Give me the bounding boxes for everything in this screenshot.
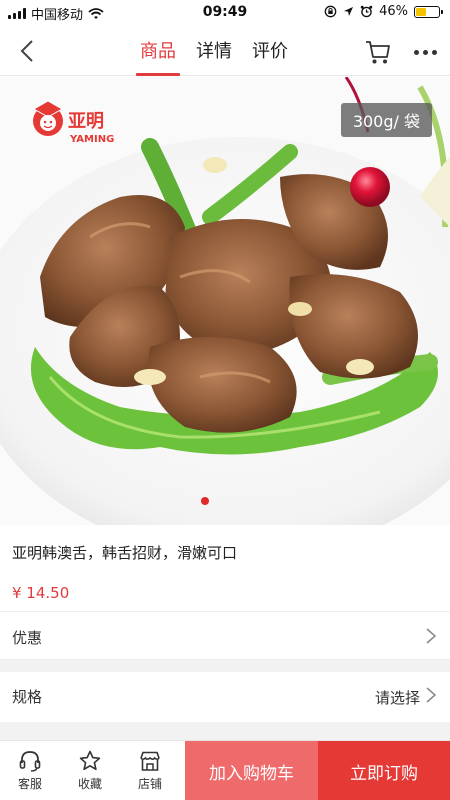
location-icon bbox=[344, 7, 354, 16]
favorite-label: 收藏 bbox=[77, 777, 102, 791]
alarm-icon bbox=[360, 5, 373, 18]
battery-fill bbox=[416, 7, 427, 16]
product-info: 亚明韩澳舌，韩舌招财，滑嫩可口 ¥ 14.50 bbox=[0, 525, 450, 612]
back-button[interactable] bbox=[12, 36, 42, 66]
product-price: ¥ 14.50 bbox=[12, 584, 70, 602]
orientation-lock-icon bbox=[324, 5, 337, 18]
status-bar: 中国移动 09:49 46% bbox=[0, 0, 450, 26]
tab-reviews[interactable]: 评价 bbox=[252, 26, 288, 76]
battery-icon bbox=[414, 5, 443, 18]
brand-name-en: YAMING bbox=[69, 134, 114, 145]
tab-product[interactable]: 商品 bbox=[136, 26, 180, 76]
promotion-row[interactable]: 优惠 bbox=[0, 613, 450, 660]
product-detail-screen: 中国移动 09:49 46% 商品 详情 评价 亚明 YAMING 300g/ … bbox=[0, 0, 450, 800]
product-image-carousel[interactable]: 亚明 YAMING 300g/ 袋 bbox=[0, 77, 450, 525]
battery-percent: 46% bbox=[379, 4, 408, 19]
section-divider bbox=[0, 722, 450, 740]
service-label: 客服 bbox=[17, 777, 42, 791]
headset-icon bbox=[19, 751, 41, 772]
status-right: 46% bbox=[324, 4, 443, 19]
buy-now-button[interactable]: 立即订购 bbox=[318, 741, 450, 800]
chevron-right-icon bbox=[426, 628, 437, 644]
promotion-label: 优惠 bbox=[12, 629, 43, 647]
store-icon bbox=[140, 751, 160, 771]
cart-button[interactable] bbox=[364, 38, 392, 66]
chevron-right-icon bbox=[426, 687, 437, 703]
bottom-action-bar: 客服 收藏 店铺 加入购物车 立即订购 bbox=[0, 740, 450, 800]
more-button[interactable] bbox=[410, 38, 440, 66]
brand-name-cn: 亚明 bbox=[68, 111, 104, 132]
carousel-indicator-dot[interactable] bbox=[201, 497, 209, 505]
tab-details[interactable]: 详情 bbox=[196, 26, 232, 76]
more-dots-icon bbox=[413, 49, 419, 55]
add-to-cart-button[interactable]: 加入购物车 bbox=[185, 741, 318, 800]
cart-icon bbox=[366, 41, 390, 64]
chevron-left-icon bbox=[20, 40, 33, 62]
nav-bar: 商品 详情 评价 bbox=[0, 26, 450, 76]
shop-label: 店铺 bbox=[137, 777, 162, 791]
spec-row[interactable]: 规格 请选择 bbox=[0, 672, 450, 722]
nav-tabs: 商品 详情 评价 bbox=[136, 26, 288, 76]
section-divider bbox=[0, 660, 450, 672]
weight-badge: 300g/ 袋 bbox=[340, 103, 432, 137]
shop-button[interactable]: 店铺 bbox=[120, 741, 180, 800]
brand-logo: 亚明 YAMING bbox=[32, 100, 114, 145]
product-title: 亚明韩澳舌，韩舌招财，滑嫩可口 bbox=[12, 544, 238, 562]
spec-value: 请选择 bbox=[374, 689, 420, 707]
spec-label: 规格 bbox=[12, 688, 43, 706]
star-icon bbox=[79, 750, 101, 771]
service-button[interactable]: 客服 bbox=[0, 741, 60, 800]
favorite-button[interactable]: 收藏 bbox=[60, 741, 120, 800]
